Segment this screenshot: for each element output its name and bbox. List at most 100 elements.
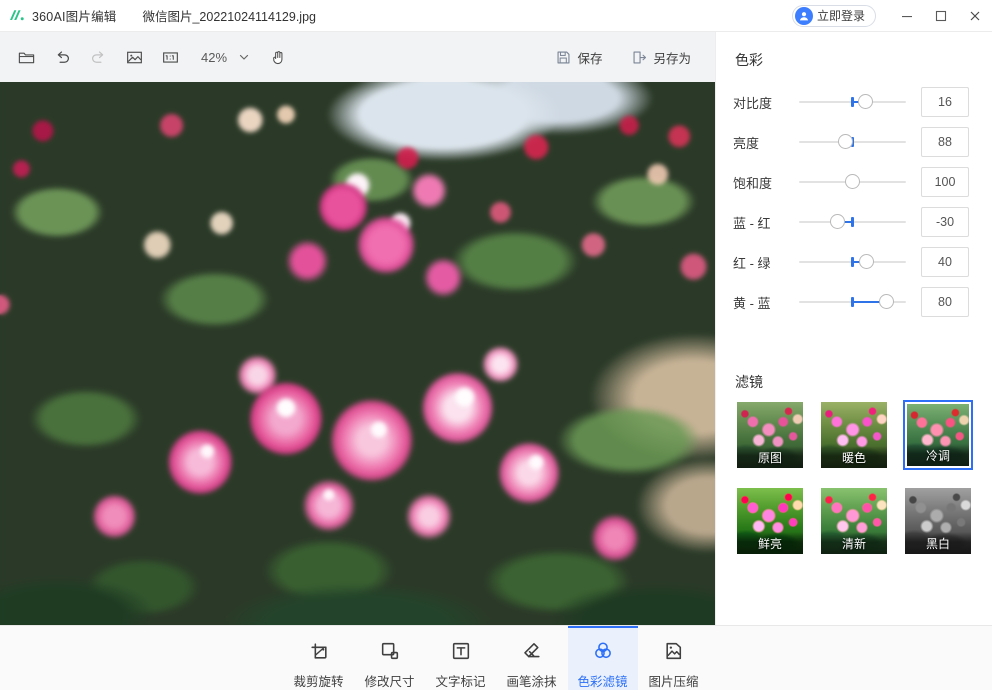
slider-value-input[interactable]: 80 [921, 287, 969, 317]
filter-option[interactable]: 原图 [735, 400, 805, 470]
fit-to-window-button[interactable] [117, 40, 151, 74]
filter-option[interactable]: 暖色 [819, 400, 889, 470]
undo-button[interactable] [45, 40, 79, 74]
mode-tab-1[interactable]: 裁剪旋转 [284, 626, 354, 690]
maximize-button[interactable] [924, 0, 958, 32]
slider-center-tick [851, 297, 854, 307]
save-button[interactable]: 保存 [548, 42, 610, 72]
actual-size-button[interactable] [153, 40, 187, 74]
slider-row: 蓝 - 红-30 [716, 202, 992, 242]
color-filter-icon [592, 637, 614, 665]
image-canvas[interactable] [0, 82, 715, 625]
filter-option[interactable]: 鲜亮 [735, 486, 805, 556]
slider-handle[interactable] [838, 134, 853, 149]
mode-tab-label: 色彩滤镜 [577, 671, 627, 690]
filter-label: 冷调 [907, 444, 969, 466]
open-file-button[interactable] [9, 40, 43, 74]
file-name-label: 微信图片_20221024114129.jpg [142, 6, 316, 25]
zoom-level-label: 42% [199, 50, 229, 65]
hand-pan-button[interactable] [261, 40, 295, 74]
slider-handle[interactable] [879, 294, 894, 309]
slider-value-input[interactable]: 16 [921, 87, 969, 117]
top-toolbar: 42% 保存 [0, 32, 715, 82]
filter-label: 鲜亮 [737, 532, 803, 554]
login-label: 立即登录 [817, 7, 865, 24]
slider-value-input[interactable]: 88 [921, 127, 969, 157]
save-as-label: 另存为 [653, 48, 691, 67]
mode-tab-label: 修改尺寸 [364, 671, 414, 690]
save-icon [556, 50, 571, 65]
slider-value-input[interactable]: 100 [921, 167, 969, 197]
filter-option[interactable]: 黑白 [903, 486, 973, 556]
hand-pan-icon [269, 48, 288, 67]
toolbar-actions: 保存 另存为 [548, 42, 699, 72]
color-sliders-group: 对比度16亮度88饱和度100蓝 - 红-30红 - 绿40黄 - 蓝80 [716, 82, 992, 322]
undo-icon [53, 48, 72, 67]
redo-button[interactable] [81, 40, 115, 74]
filter-thumbnail[interactable]: 原图 [735, 400, 805, 470]
slider-value-input[interactable]: 40 [921, 247, 969, 277]
user-avatar-icon [795, 7, 813, 25]
filter-thumbnail[interactable]: 鲜亮 [735, 486, 805, 556]
slider-row: 亮度88 [716, 122, 992, 162]
mode-tab-label: 文字标记 [435, 671, 485, 690]
filter-label: 原图 [737, 446, 803, 468]
fit-to-window-icon [125, 48, 144, 67]
slider-control[interactable] [799, 292, 906, 312]
slider-row: 红 - 绿 40 [716, 242, 992, 282]
slider-label: 红 - 绿 [733, 253, 795, 272]
zoom-dropdown-button[interactable] [231, 40, 257, 74]
compress-image-icon [663, 637, 685, 665]
slider-center-tick [851, 257, 854, 267]
slider-value-input[interactable]: -30 [921, 207, 969, 237]
window-controls-group: 立即登录 [792, 0, 992, 32]
filter-thumbnail[interactable]: 黑白 [903, 486, 973, 556]
save-as-button[interactable]: 另存为 [624, 42, 699, 72]
minimize-button[interactable] [890, 0, 924, 32]
crop-rotate-icon [308, 637, 330, 665]
slider-control[interactable] [799, 92, 906, 112]
slider-control[interactable] [799, 132, 906, 152]
mode-tab-3[interactable]: 文字标记 [426, 626, 496, 690]
slider-control[interactable] [799, 172, 906, 192]
filter-thumbnail[interactable]: 清新 [819, 486, 889, 556]
save-as-icon [632, 50, 647, 65]
slider-control[interactable] [799, 252, 906, 272]
mode-tab-4[interactable]: 画笔涂抹 [497, 626, 567, 690]
slider-handle[interactable] [830, 214, 845, 229]
edited-photo [0, 82, 715, 625]
mode-tab-label: 裁剪旋转 [293, 671, 343, 690]
filter-thumbnail-grid: 原图暖色冷调鲜亮清新黑白 [735, 400, 975, 556]
filter-thumbnail[interactable]: 暖色 [819, 400, 889, 470]
mode-tab-6[interactable]: 图片压缩 [639, 626, 709, 690]
one-to-one-icon [161, 48, 180, 67]
filter-option[interactable]: 清新 [819, 486, 889, 556]
bottom-tool-bar: 裁剪旋转 修改尺寸 文字标记画笔涂抹色彩滤镜 图片压缩 [0, 625, 992, 690]
filter-option[interactable]: 冷调 [903, 400, 973, 470]
title-bar: 360AI图片编辑 微信图片_20221024114129.jpg 立即登录 [0, 0, 992, 32]
mode-tab-2[interactable]: 修改尺寸 [355, 626, 425, 690]
slider-handle[interactable] [845, 174, 860, 189]
filter-label: 黑白 [905, 532, 971, 554]
mode-tab-label: 图片压缩 [648, 671, 698, 690]
close-button[interactable] [958, 0, 992, 32]
slider-row: 黄 - 蓝80 [716, 282, 992, 322]
minimize-icon [900, 9, 914, 23]
slider-label: 对比度 [733, 93, 795, 112]
slider-control[interactable] [799, 212, 906, 232]
mode-tab-5[interactable]: 色彩滤镜 [568, 626, 638, 690]
filter-label: 清新 [821, 532, 887, 554]
color-section-title: 色彩 [735, 50, 763, 70]
filter-section-title: 滤镜 [735, 372, 763, 392]
close-icon [968, 9, 982, 23]
filter-thumbnail[interactable]: 冷调 [903, 400, 973, 470]
image-editor-window: 360AI图片编辑 微信图片_20221024114129.jpg 立即登录 [0, 0, 992, 690]
folder-open-icon [17, 48, 36, 67]
filter-label: 暖色 [821, 446, 887, 468]
slider-handle[interactable] [859, 254, 874, 269]
redo-icon [89, 48, 108, 67]
slider-handle[interactable] [858, 94, 873, 109]
brush-smudge-icon [521, 637, 543, 665]
chevron-down-icon [238, 51, 250, 63]
login-button[interactable]: 立即登录 [792, 5, 876, 27]
